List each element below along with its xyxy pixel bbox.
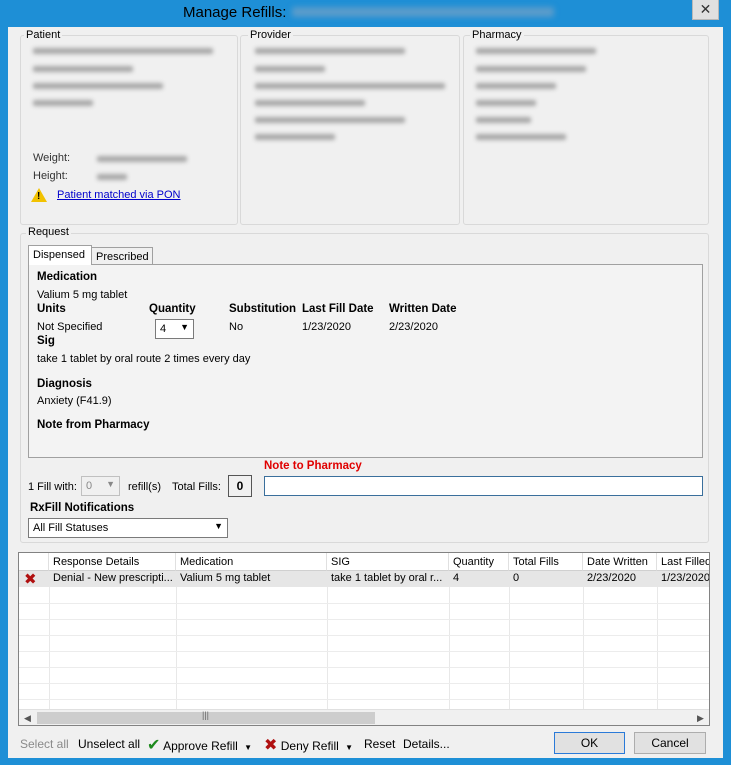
- details-button[interactable]: Details...: [403, 737, 450, 751]
- checkmark-icon: ✔: [147, 737, 161, 754]
- quantity-select[interactable]: 4 ▼: [155, 319, 194, 339]
- refills-label: refill(s): [128, 481, 161, 493]
- sig-label: Sig: [37, 335, 55, 347]
- medication-value: Valium 5 mg tablet: [37, 289, 128, 301]
- last-fill-date-label: Last Fill Date: [302, 303, 374, 315]
- tab-dispensed[interactable]: Dispensed: [28, 245, 92, 265]
- diagnosis-label: Diagnosis: [37, 378, 92, 390]
- diagnosis-value: Anxiety (F41.9): [37, 395, 112, 407]
- horizontal-scrollbar[interactable]: ◀ ||| ▶: [19, 709, 709, 725]
- deny-refill-button[interactable]: ✖ Deny Refill ▼: [264, 735, 353, 755]
- weight-label: Weight:: [33, 152, 71, 164]
- row-date-written: 2/23/2020: [587, 572, 636, 584]
- written-date-value: 2/23/2020: [389, 321, 438, 333]
- pharmacy-group: [463, 35, 709, 225]
- written-date-label: Written Date: [389, 303, 457, 315]
- last-fill-date-value: 1/23/2020: [302, 321, 351, 333]
- table-row[interactable]: ✖ Denial - New prescripti... Valium 5 mg…: [19, 571, 710, 588]
- select-all-button[interactable]: Select all: [20, 737, 69, 751]
- chevron-down-icon[interactable]: ▼: [345, 743, 353, 752]
- pharmacy-group-label: Pharmacy: [470, 29, 524, 41]
- row-medication: Valium 5 mg tablet: [180, 572, 271, 584]
- unselect-all-button[interactable]: Unselect all: [78, 737, 140, 751]
- request-group-label: Request: [26, 226, 71, 238]
- height-label: Height:: [33, 170, 68, 182]
- scroll-left-icon[interactable]: ◀: [19, 710, 36, 725]
- patient-group-label: Patient: [24, 29, 63, 41]
- patient-group: Weight: Height: ! Patient matched via PO…: [20, 35, 238, 225]
- window-title: Manage Refills:: [183, 4, 555, 21]
- medication-label: Medication: [37, 271, 98, 283]
- units-value: Not Specified: [37, 321, 103, 333]
- warning-icon: !: [31, 188, 47, 202]
- title-bar: Manage Refills: ✕: [0, 0, 731, 27]
- scrollbar-thumb[interactable]: |||: [37, 710, 375, 724]
- provider-group-label: Provider: [248, 29, 293, 41]
- total-fills-value: 0: [228, 475, 252, 497]
- rxfill-notifications-select[interactable]: All Fill Statuses ▼: [28, 518, 228, 538]
- provider-group: [240, 35, 460, 225]
- dialog-client: Weight: Height: ! Patient matched via PO…: [8, 27, 723, 758]
- chevron-down-icon[interactable]: ▼: [244, 743, 252, 752]
- note-to-pharmacy-input[interactable]: [264, 476, 703, 496]
- row-response: Denial - New prescripti...: [53, 572, 173, 584]
- note-to-pharmacy-label: Note to Pharmacy: [264, 460, 362, 472]
- units-label: Units: [37, 303, 66, 315]
- grid-header-status: [19, 553, 49, 571]
- dispensed-panel: Medication Valium 5 mg tablet Units Not …: [28, 264, 703, 458]
- reset-button[interactable]: Reset: [364, 737, 395, 751]
- refills-grid: Response Details Medication SIG Quantity…: [18, 552, 710, 726]
- scroll-right-icon[interactable]: ▶: [692, 710, 709, 725]
- total-fills-label: Total Fills:: [172, 481, 221, 493]
- substitution-label: Substitution: [229, 303, 297, 315]
- redacted-patient-name: [292, 6, 555, 17]
- fill-with-label: 1 Fill with:: [28, 481, 77, 493]
- note-from-pharmacy-label: Note from Pharmacy: [37, 419, 150, 431]
- sig-value: take 1 tablet by oral route 2 times ever…: [37, 353, 251, 365]
- row-quantity: 4: [453, 572, 460, 584]
- row-last-filled: 1/23/2020: [661, 572, 710, 584]
- row-sig: take 1 tablet by oral r...: [331, 572, 443, 584]
- x-icon: ✖: [264, 737, 278, 754]
- row-total-fills: 0: [513, 572, 520, 584]
- denial-x-icon: ✖: [24, 571, 37, 588]
- fill-with-select[interactable]: 0 ▼: [81, 476, 120, 496]
- quantity-label: Quantity: [149, 303, 196, 315]
- close-button[interactable]: ✕: [692, 0, 719, 20]
- chevron-down-icon: ▼: [180, 322, 189, 332]
- chevron-down-icon: ▼: [106, 479, 115, 489]
- rxfill-notifications-label: RxFill Notifications: [30, 502, 135, 514]
- cancel-button[interactable]: Cancel: [634, 732, 706, 754]
- ok-button[interactable]: OK: [554, 732, 625, 754]
- substitution-value: No: [229, 321, 244, 333]
- patient-matched-link[interactable]: Patient matched via PON: [57, 189, 181, 201]
- chevron-down-icon: ▼: [214, 521, 223, 531]
- approve-refill-button[interactable]: ✔ Approve Refill ▼: [147, 735, 252, 755]
